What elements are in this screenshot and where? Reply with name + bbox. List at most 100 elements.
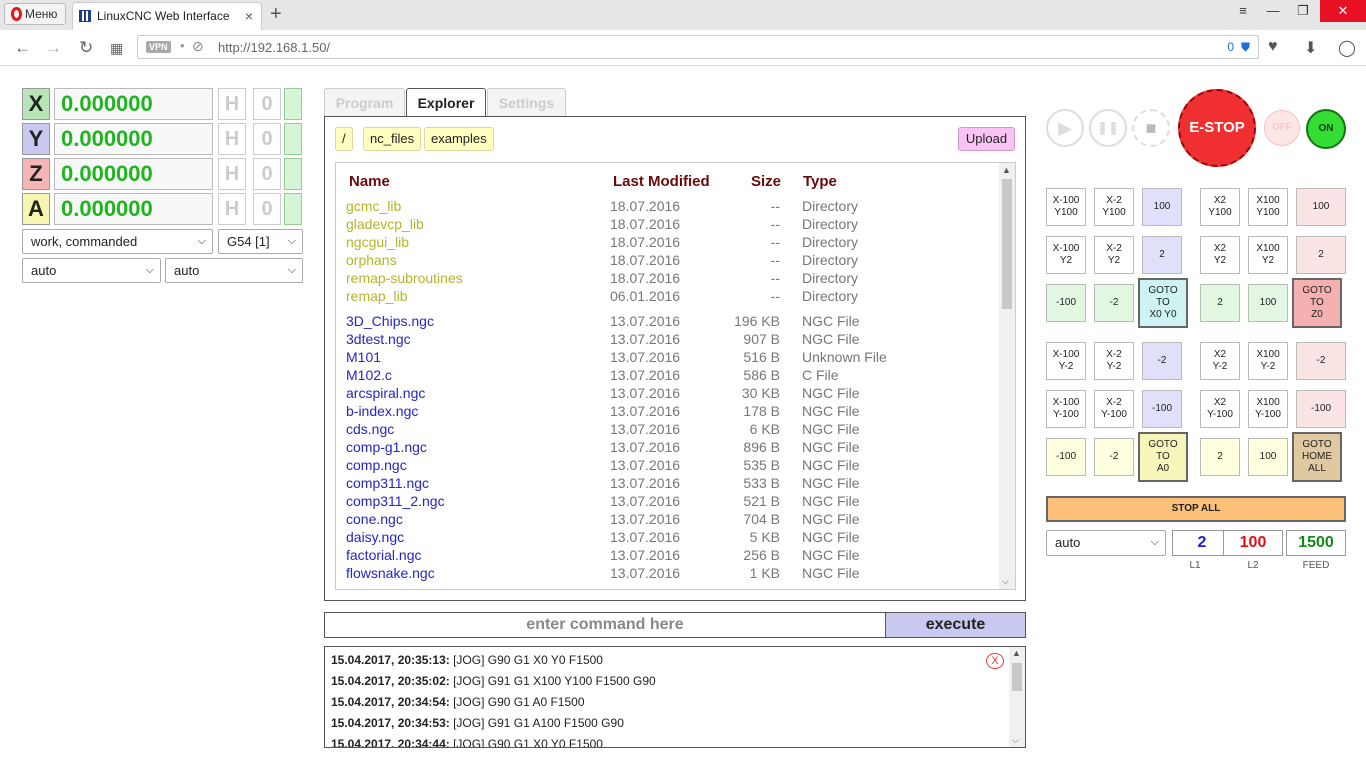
reload-icon[interactable]: ↻ — [79, 38, 93, 58]
file-list-scrollbar[interactable]: ▲ ⌵ — [999, 163, 1015, 589]
profile-icon[interactable]: ◯ — [1338, 38, 1356, 58]
scrollbar-thumb[interactable] — [1012, 663, 1022, 691]
jog-button[interactable]: GOTO TO A0 — [1138, 432, 1188, 482]
download-icon[interactable]: ⬇ — [1304, 38, 1317, 58]
browser-tab[interactable]: LinuxCNC Web Interface × — [72, 2, 262, 30]
file-name[interactable]: comp311_2.ngc — [346, 493, 445, 509]
file-name[interactable]: orphans — [346, 252, 397, 268]
tab-program[interactable]: Program — [324, 88, 405, 116]
jog-button[interactable]: X-2 Y-2 — [1094, 342, 1134, 380]
play-button[interactable]: ▶ — [1046, 109, 1084, 147]
jog-button[interactable]: 2 — [1200, 284, 1240, 322]
file-row[interactable]: b-index.ngc 13.07.2016 178 B NGC File — [336, 403, 996, 421]
tab-explorer[interactable]: Explorer — [406, 88, 486, 116]
breadcrumb-nc-files[interactable]: nc_files — [363, 127, 422, 151]
file-name[interactable]: cds.ngc — [346, 421, 394, 437]
jog-mode-select[interactable]: auto ⌵ — [1046, 530, 1166, 556]
file-name[interactable]: 3D_Chips.ngc — [346, 313, 434, 329]
command-input[interactable]: enter command here — [324, 612, 886, 638]
directory-row[interactable]: gcmc_lib 18.07.2016 -- Directory — [336, 198, 996, 216]
jog-button[interactable]: -2 — [1094, 438, 1134, 476]
file-name[interactable]: M102.c — [346, 367, 392, 383]
file-name[interactable]: comp.ngc — [346, 457, 407, 473]
adblock-shield-icon[interactable]: ⛊ — [1241, 40, 1250, 55]
estop-button[interactable]: E-STOP — [1178, 89, 1256, 167]
minimize-icon[interactable]: — — [1258, 0, 1288, 22]
clear-log-icon[interactable]: X — [986, 653, 1004, 669]
jog-button[interactable]: -100 — [1296, 390, 1346, 428]
feed-input[interactable]: 1500 — [1286, 530, 1346, 556]
stop-all-button[interactable]: STOP ALL — [1046, 496, 1346, 522]
jog-button[interactable]: 100 — [1248, 284, 1288, 322]
file-row[interactable]: cone.ngc 13.07.2016 704 B NGC File — [336, 511, 996, 529]
file-row[interactable]: comp-g1.ngc 13.07.2016 896 B NGC File — [336, 439, 996, 457]
scroll-up-icon[interactable]: ▲ — [1012, 648, 1021, 658]
jog-button[interactable]: X100 Y2 — [1248, 236, 1288, 274]
file-name[interactable]: b-index.ngc — [346, 403, 418, 419]
coord-system-select[interactable]: G54 [1] ⌵ — [218, 229, 303, 254]
directory-row[interactable]: orphans 18.07.2016 -- Directory — [336, 252, 996, 270]
file-name[interactable]: remap_lib — [346, 288, 407, 304]
jog-button[interactable]: 100 — [1142, 188, 1182, 226]
jog-button[interactable]: X2 Y2 — [1200, 236, 1240, 274]
jog-button[interactable]: X100 Y100 — [1248, 188, 1288, 226]
jog-button[interactable]: X2 Y-100 — [1200, 390, 1240, 428]
home-axis-button[interactable]: H — [218, 193, 246, 225]
window-close-icon[interactable]: ✕ — [1320, 0, 1366, 22]
file-row[interactable]: 3D_Chips.ngc 13.07.2016 196 KB NGC File — [336, 313, 996, 331]
jog-button[interactable]: 100 — [1248, 438, 1288, 476]
zero-axis-button[interactable]: 0 — [253, 88, 281, 120]
jog-button[interactable]: X-100 Y2 — [1046, 236, 1086, 274]
jog-button[interactable]: 2 — [1200, 438, 1240, 476]
file-row[interactable]: 3dtest.ngc 13.07.2016 907 B NGC File — [336, 331, 996, 349]
log-scrollbar[interactable]: ▲ ⌵ — [1009, 647, 1025, 747]
jog-button[interactable]: -2 — [1142, 342, 1182, 380]
file-name[interactable]: daisy.ngc — [346, 529, 404, 545]
jog-button[interactable]: -100 — [1142, 390, 1182, 428]
zero-axis-button[interactable]: 0 — [253, 123, 281, 155]
jog-button[interactable]: 2 — [1296, 236, 1346, 274]
file-name[interactable]: factorial.ngc — [346, 547, 421, 563]
l2-step-input[interactable]: 100 — [1223, 530, 1283, 556]
tab-close-icon[interactable]: × — [245, 3, 253, 29]
jog-button[interactable]: 2 — [1142, 236, 1182, 274]
new-tab-icon[interactable]: + — [270, 3, 282, 26]
jog-button[interactable]: X-100 Y-100 — [1046, 390, 1086, 428]
header-type[interactable]: Type — [803, 173, 837, 190]
home-axis-button[interactable]: H — [218, 158, 246, 190]
zero-axis-button[interactable]: 0 — [253, 158, 281, 190]
jog-button[interactable]: -100 — [1046, 284, 1086, 322]
scroll-down-icon[interactable]: ⌵ — [1002, 576, 1009, 587]
header-size[interactable]: Size — [751, 173, 781, 190]
directory-row[interactable]: ngcgui_lib 18.07.2016 -- Directory — [336, 234, 996, 252]
units-select-left[interactable]: auto ⌵ — [22, 258, 161, 283]
execute-button[interactable]: execute — [885, 612, 1026, 638]
file-row[interactable]: M101 13.07.2016 516 B Unknown File — [336, 349, 996, 367]
jog-button[interactable]: -2 — [1296, 342, 1346, 380]
directory-row[interactable]: remap-subroutines 18.07.2016 -- Directory — [336, 270, 996, 288]
restore-icon[interactable]: ❐ — [1288, 0, 1318, 22]
file-name[interactable]: remap-subroutines — [346, 270, 463, 286]
tab-settings[interactable]: Settings — [487, 88, 566, 116]
file-row[interactable]: factorial.ngc 13.07.2016 256 B NGC File — [336, 547, 996, 565]
zero-axis-button[interactable]: 0 — [253, 193, 281, 225]
file-row[interactable]: arcspiral.ngc 13.07.2016 30 KB NGC File — [336, 385, 996, 403]
header-modified[interactable]: Last Modified — [613, 173, 710, 190]
home-axis-button[interactable]: H — [218, 88, 246, 120]
speed-dial-icon[interactable]: ▦ — [110, 40, 123, 57]
stop-button[interactable]: ■ — [1132, 109, 1170, 147]
file-name[interactable]: gladevcp_lib — [346, 216, 424, 232]
file-row[interactable]: cds.ngc 13.07.2016 6 KB NGC File — [336, 421, 996, 439]
file-name[interactable]: M101 — [346, 349, 381, 365]
pause-button[interactable]: ❚❚ — [1089, 109, 1127, 147]
file-name[interactable]: cone.ngc — [346, 511, 403, 527]
file-name[interactable]: gcmc_lib — [346, 198, 401, 214]
file-row[interactable]: comp311_2.ngc 13.07.2016 521 B NGC File — [336, 493, 996, 511]
jog-button[interactable]: X2 Y-2 — [1200, 342, 1240, 380]
jog-button[interactable]: -100 — [1046, 438, 1086, 476]
file-row[interactable]: flowsnake.ngc 13.07.2016 1 KB NGC File — [336, 565, 996, 583]
machine-on-button[interactable]: ON — [1306, 109, 1346, 149]
jog-button[interactable]: 100 — [1296, 188, 1346, 226]
jog-button[interactable]: X2 Y100 — [1200, 188, 1240, 226]
jog-button[interactable]: GOTO HOME ALL — [1292, 432, 1342, 482]
